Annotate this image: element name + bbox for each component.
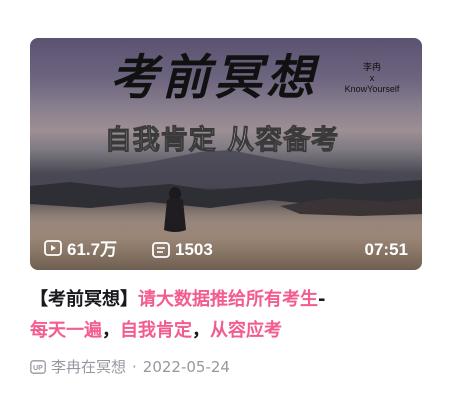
title-highlight-4: 从容应考 (210, 320, 282, 341)
title-highlight-1: 请大数据推给所有考生 (138, 289, 318, 310)
thumbnail-subtitle: 自我肯定 从容备考 (104, 125, 340, 157)
danmaku-count-value: 1503 (175, 240, 213, 259)
play-icon (44, 239, 62, 256)
up-badge-icon: UP (30, 359, 46, 374)
publish-date: 2022-05-24 (142, 357, 230, 376)
title-highlight-3: 自我肯定 (120, 320, 192, 341)
title-dash: - (318, 289, 326, 310)
danmaku-count: 1503 (152, 240, 213, 260)
title-tag: 【考前冥想】 (30, 289, 138, 310)
danmaku-icon (152, 242, 170, 258)
collab-brand: KnowYourself (344, 84, 400, 94)
video-card[interactable]: 考前冥想 李冉 x KnowYourself 自我肯定 从容备考 61.7万 1… (30, 38, 422, 378)
collab-author: 李冉 (362, 62, 381, 72)
collab-x: x (369, 73, 375, 83)
thumbnail-stats-bar: 61.7万 1503 07:51 (30, 222, 422, 270)
title-comma-2: ， (192, 320, 210, 341)
video-thumbnail[interactable]: 考前冥想 李冉 x KnowYourself 自我肯定 从容备考 61.7万 1… (30, 38, 422, 270)
video-meta: UP 李冉在冥想 · 2022-05-24 (30, 356, 230, 377)
title-highlight-2: 每天一遍 (30, 320, 102, 341)
title-comma-1: ， (102, 320, 120, 341)
rocks-silhouette (30, 180, 422, 216)
view-count: 61.7万 (44, 235, 117, 260)
meta-separator: · (132, 357, 137, 376)
svg-text:UP: UP (33, 365, 43, 372)
thumbnail-collab-label: 李冉 x KnowYourself (334, 62, 410, 95)
view-count-value: 61.7万 (67, 240, 118, 259)
video-title-link[interactable]: 【考前冥想】请大数据推给所有考生- 每天一遍，自我肯定，从容应考 (30, 284, 422, 346)
author-name[interactable]: 李冉在冥想 (51, 356, 126, 377)
video-duration: 07:51 (364, 240, 408, 259)
